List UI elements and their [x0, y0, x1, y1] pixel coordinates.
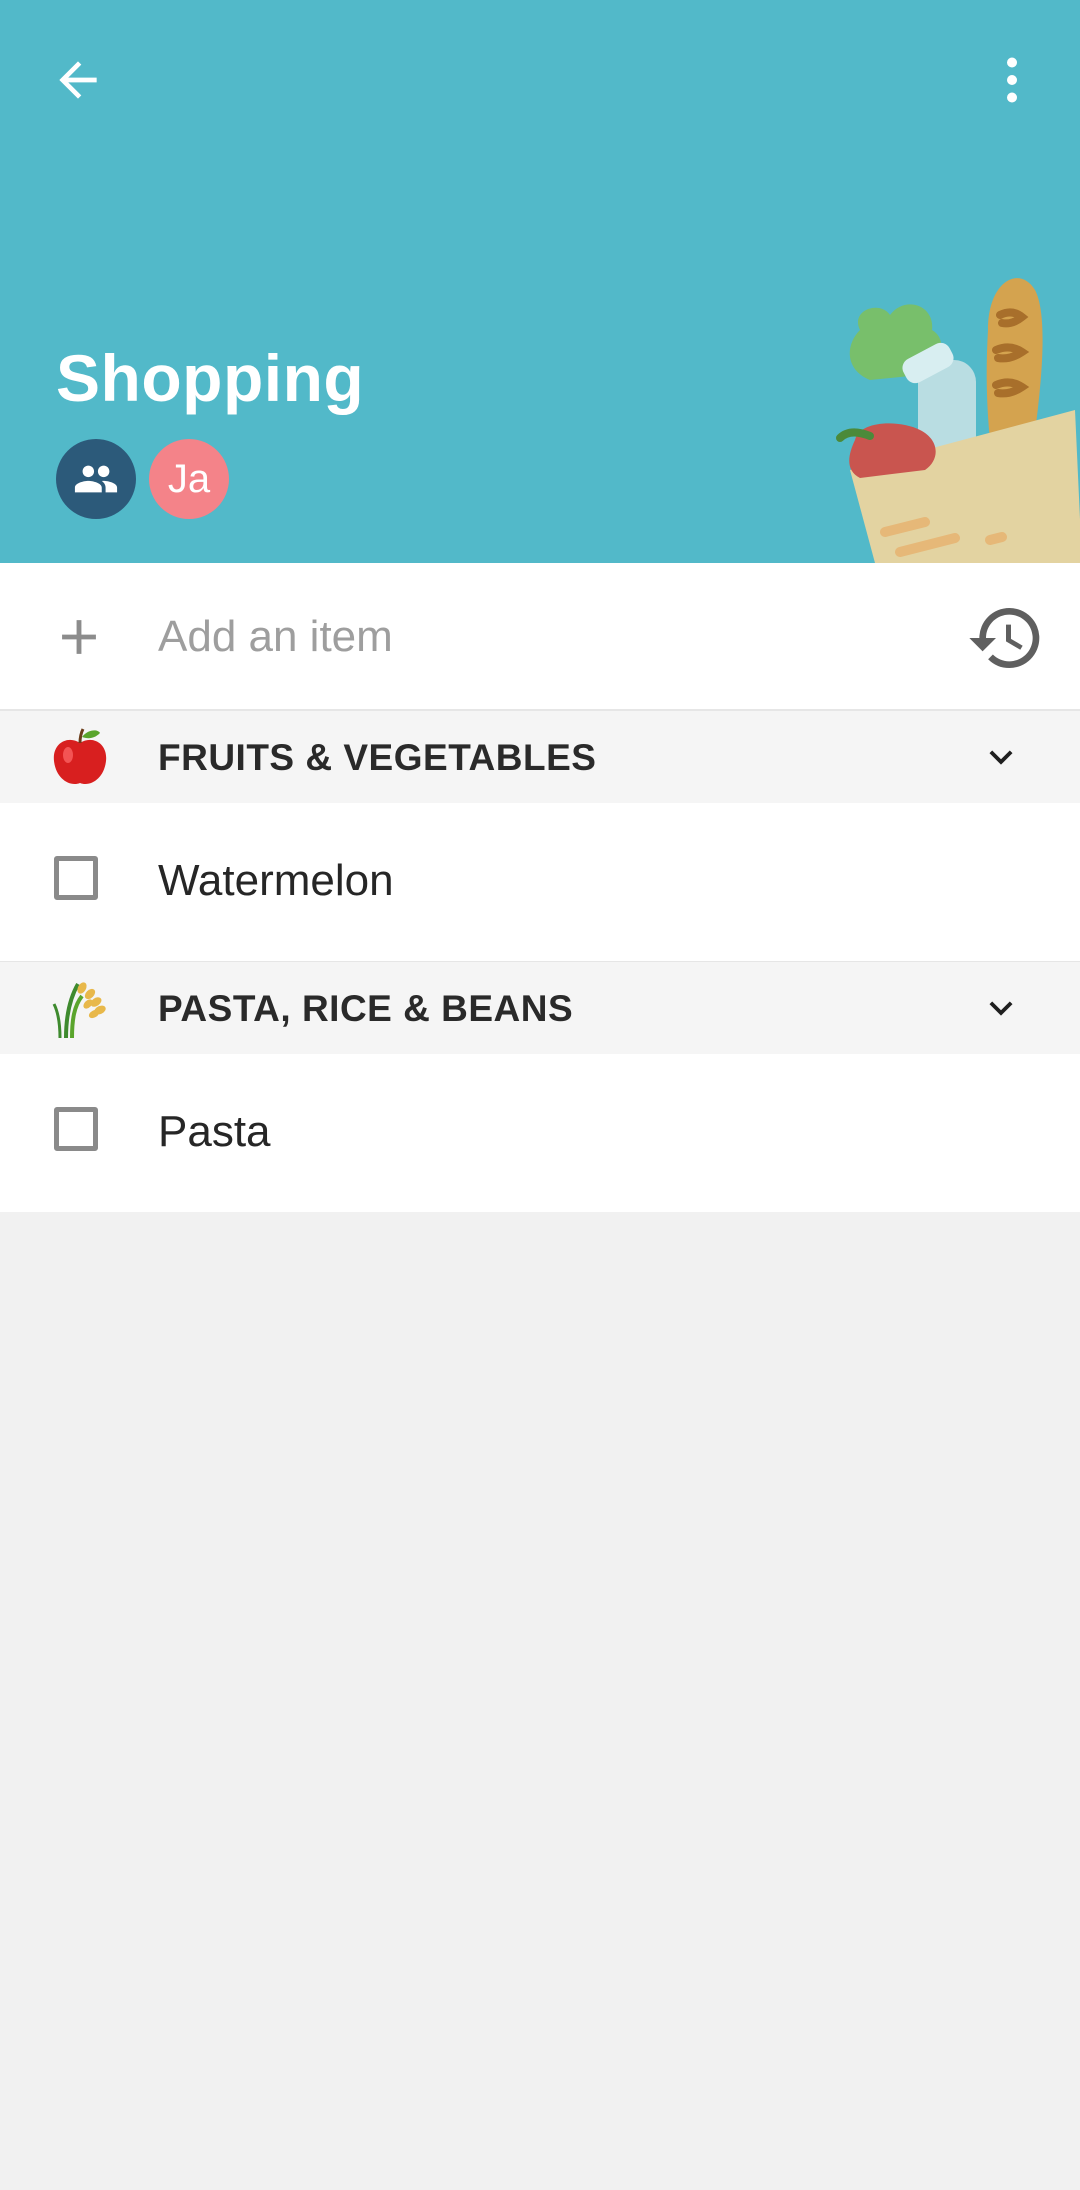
category-header-fruits-vegetables[interactable]: FRUITS & VEGETABLES [0, 710, 1080, 803]
grocery-bag-illustration [836, 278, 1080, 563]
avatar-initials: Ja [167, 456, 211, 501]
people-icon [74, 465, 118, 493]
chevron-down-icon[interactable] [978, 985, 1024, 1031]
item-label: Watermelon [158, 856, 394, 905]
item-checkbox[interactable] [54, 856, 98, 900]
user-avatar[interactable]: Ja [149, 439, 229, 519]
arrow-left-icon [59, 61, 97, 99]
add-item-input[interactable] [158, 608, 918, 666]
list-header: Shopping Ja [0, 0, 1080, 563]
chevron-down-icon[interactable] [978, 734, 1024, 780]
empty-list-area [0, 1212, 1080, 2190]
rice-plant-icon [52, 982, 106, 1039]
apple-icon [53, 728, 107, 785]
item-checkbox[interactable] [54, 1107, 98, 1151]
category-label: PASTA, RICE & BEANS [158, 988, 574, 1029]
item-label: Pasta [158, 1107, 271, 1156]
list-item[interactable]: Pasta [0, 1054, 1080, 1212]
category-label: FRUITS & VEGETABLES [158, 737, 597, 778]
plus-icon[interactable] [50, 608, 108, 666]
more-vertical-icon [1007, 57, 1017, 103]
history-icon[interactable] [966, 598, 1046, 678]
shared-group-avatar[interactable] [56, 439, 136, 519]
more-options-button[interactable] [970, 38, 1054, 122]
back-button[interactable] [36, 38, 120, 122]
category-header-pasta-rice-beans[interactable]: PASTA, RICE & BEANS [0, 961, 1080, 1054]
list-item[interactable]: Watermelon [0, 803, 1080, 961]
list-title: Shopping [56, 341, 365, 415]
